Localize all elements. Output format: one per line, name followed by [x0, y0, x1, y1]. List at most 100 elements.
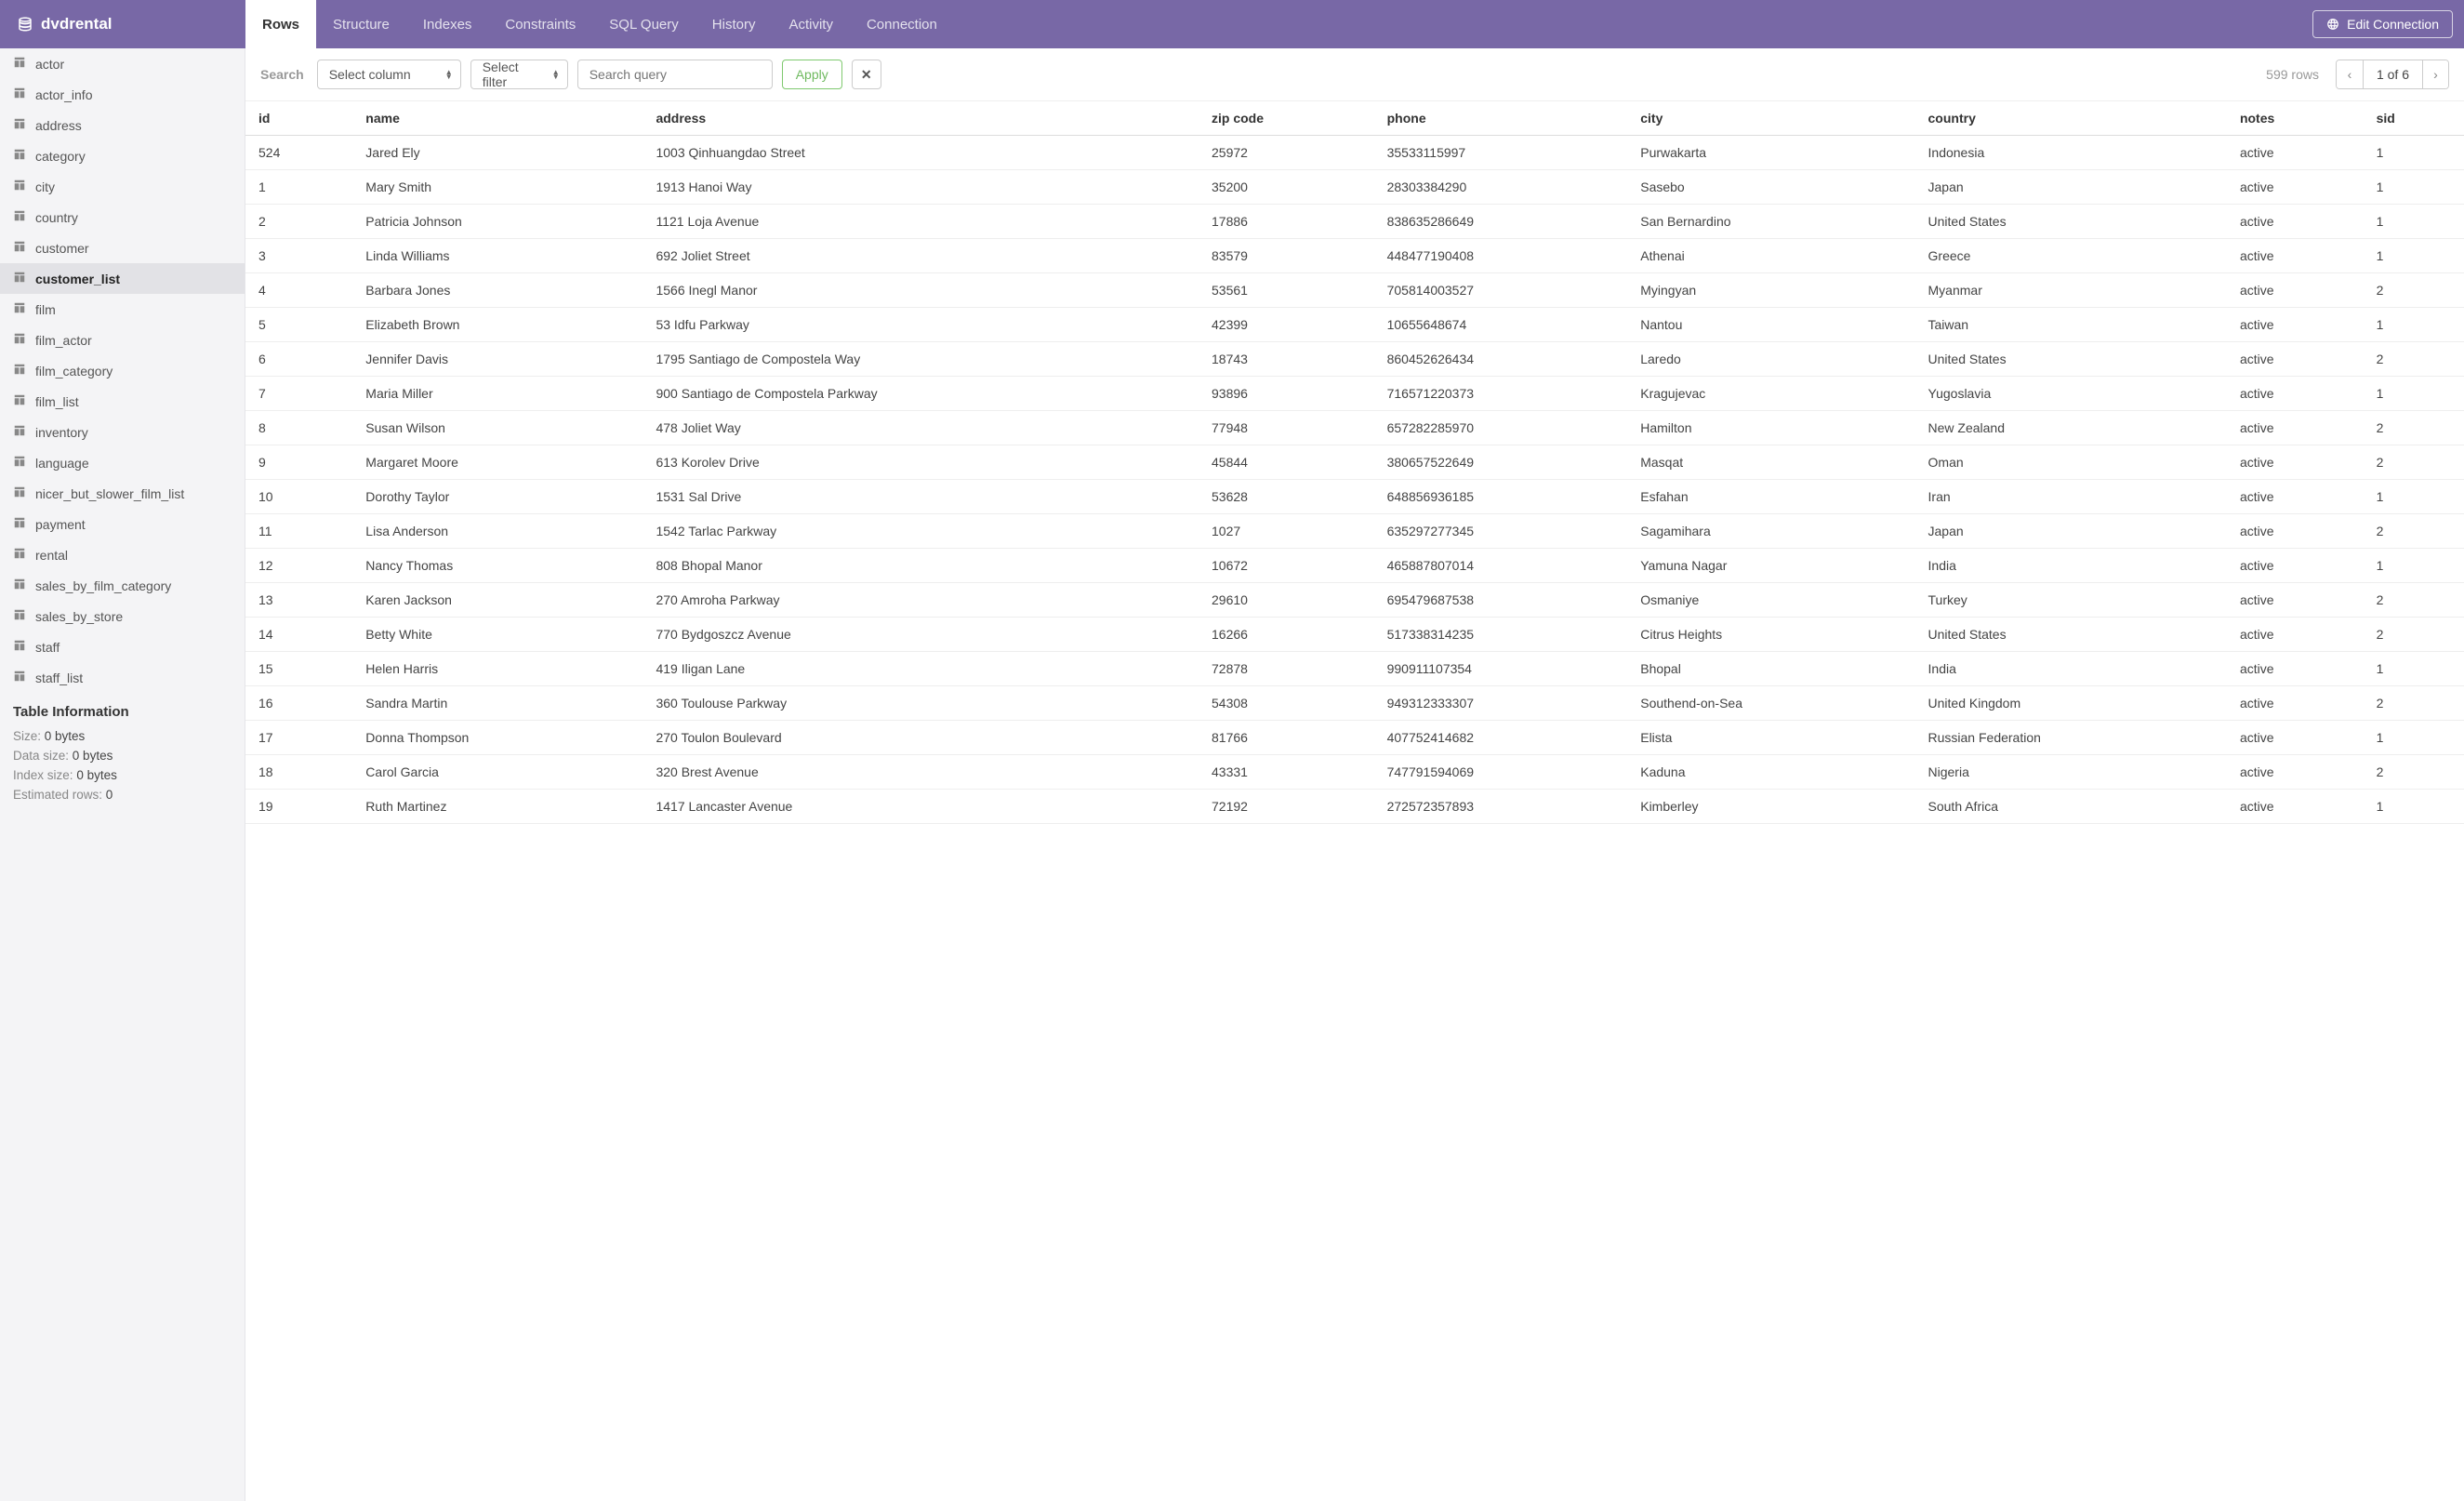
cell-zip: 16266 — [1199, 618, 1374, 652]
prev-page-button[interactable]: ‹ — [2337, 60, 2363, 88]
cell-zip: 45844 — [1199, 445, 1374, 480]
column-header-id[interactable]: id — [245, 101, 352, 136]
table-icon — [13, 117, 26, 133]
sidebar-item-nicer_but_slower_film_list[interactable]: nicer_but_slower_film_list — [0, 478, 245, 509]
sidebar-item-language[interactable]: language — [0, 447, 245, 478]
cell-zip: 10672 — [1199, 549, 1374, 583]
search-input[interactable] — [577, 60, 773, 89]
column-header-country[interactable]: country — [1915, 101, 2227, 136]
table-row[interactable]: 1Mary Smith1913 Hanoi Way352002830338429… — [245, 170, 2464, 205]
cell-city: Nantou — [1627, 308, 1914, 342]
cell-phone: 716571220373 — [1374, 377, 1628, 411]
sidebar-item-label: actor_info — [35, 87, 92, 102]
sidebar-item-staff[interactable]: staff — [0, 631, 245, 662]
sidebar-item-film_category[interactable]: film_category — [0, 355, 245, 386]
table-row[interactable]: 6Jennifer Davis1795 Santiago de Composte… — [245, 342, 2464, 377]
table-row[interactable]: 7Maria Miller900 Santiago de Compostela … — [245, 377, 2464, 411]
sidebar-item-inventory[interactable]: inventory — [0, 417, 245, 447]
sidebar-item-payment[interactable]: payment — [0, 509, 245, 539]
sidebar-item-country[interactable]: country — [0, 202, 245, 232]
cell-id: 5 — [245, 308, 352, 342]
tab-constraints[interactable]: Constraints — [488, 0, 592, 48]
select-filter[interactable]: Select filter ▲▼ — [470, 60, 568, 89]
table-row[interactable]: 3Linda Williams692 Joliet Street83579448… — [245, 239, 2464, 273]
sidebar-item-film[interactable]: film — [0, 294, 245, 325]
table-row[interactable]: 10Dorothy Taylor1531 Sal Drive5362864885… — [245, 480, 2464, 514]
cell-sid: 2 — [2364, 342, 2464, 377]
sidebar-item-sales_by_film_category[interactable]: sales_by_film_category — [0, 570, 245, 601]
sidebar-item-category[interactable]: category — [0, 140, 245, 171]
tab-indexes[interactable]: Indexes — [406, 0, 489, 48]
table-row[interactable]: 16Sandra Martin360 Toulouse Parkway54308… — [245, 686, 2464, 721]
table-icon — [13, 516, 26, 532]
table-row[interactable]: 18Carol Garcia320 Brest Avenue4333174779… — [245, 755, 2464, 790]
column-header-name[interactable]: name — [352, 101, 642, 136]
brand[interactable]: dvdrental — [0, 0, 245, 48]
cell-phone: 465887807014 — [1374, 549, 1628, 583]
tab-structure[interactable]: Structure — [316, 0, 406, 48]
cell-city: Masqat — [1627, 445, 1914, 480]
sidebar-item-city[interactable]: city — [0, 171, 245, 202]
cell-address: 1795 Santiago de Compostela Way — [642, 342, 1199, 377]
table-row[interactable]: 14Betty White770 Bydgoszcz Avenue1626651… — [245, 618, 2464, 652]
table-row[interactable]: 15Helen Harris419 Iligan Lane72878990911… — [245, 652, 2464, 686]
table-row[interactable]: 9Margaret Moore613 Korolev Drive45844380… — [245, 445, 2464, 480]
cell-country: Iran — [1915, 480, 2227, 514]
table-row[interactable]: 4Barbara Jones1566 Inegl Manor5356170581… — [245, 273, 2464, 308]
tab-connection[interactable]: Connection — [850, 0, 954, 48]
column-header-zip-code[interactable]: zip code — [1199, 101, 1374, 136]
cell-city: Citrus Heights — [1627, 618, 1914, 652]
table-row[interactable]: 12Nancy Thomas808 Bhopal Manor1067246588… — [245, 549, 2464, 583]
apply-button[interactable]: Apply — [782, 60, 842, 89]
main: Search Select column ▲▼ Select filter ▲▼… — [245, 48, 2464, 1501]
column-header-notes[interactable]: notes — [2227, 101, 2364, 136]
table-row[interactable]: 5Elizabeth Brown53 Idfu Parkway423991065… — [245, 308, 2464, 342]
info-data-size: Data size: 0 bytes — [13, 749, 232, 763]
table-row[interactable]: 17Donna Thompson270 Toulon Boulevard8176… — [245, 721, 2464, 755]
column-header-address[interactable]: address — [642, 101, 1199, 136]
sidebar-item-sales_by_store[interactable]: sales_by_store — [0, 601, 245, 631]
cell-notes: active — [2227, 480, 2364, 514]
sidebar-item-actor[interactable]: actor — [0, 48, 245, 79]
cell-phone: 695479687538 — [1374, 583, 1628, 618]
sidebar-item-film_actor[interactable]: film_actor — [0, 325, 245, 355]
cell-name: Patricia Johnson — [352, 205, 642, 239]
column-header-sid[interactable]: sid — [2364, 101, 2464, 136]
table-icon — [13, 393, 26, 409]
table-row[interactable]: 11Lisa Anderson1542 Tarlac Parkway102763… — [245, 514, 2464, 549]
sidebar-item-address[interactable]: address — [0, 110, 245, 140]
sidebar-item-customer_list[interactable]: customer_list — [0, 263, 245, 294]
tab-history[interactable]: History — [695, 0, 773, 48]
sidebar-item-film_list[interactable]: film_list — [0, 386, 245, 417]
select-column[interactable]: Select column ▲▼ — [317, 60, 461, 89]
cell-id: 16 — [245, 686, 352, 721]
tab-sql-query[interactable]: SQL Query — [592, 0, 695, 48]
cell-id: 14 — [245, 618, 352, 652]
edit-connection-button[interactable]: Edit Connection — [2312, 10, 2453, 38]
cell-id: 10 — [245, 480, 352, 514]
sidebar-item-label: category — [35, 149, 86, 164]
column-header-phone[interactable]: phone — [1374, 101, 1628, 136]
clear-button[interactable]: ✕ — [852, 60, 881, 89]
table-row[interactable]: 2Patricia Johnson1121 Loja Avenue1788683… — [245, 205, 2464, 239]
table-row[interactable]: 13Karen Jackson270 Amroha Parkway2961069… — [245, 583, 2464, 618]
sidebar-item-rental[interactable]: rental — [0, 539, 245, 570]
tab-rows[interactable]: Rows — [245, 0, 316, 48]
sidebar-item-customer[interactable]: customer — [0, 232, 245, 263]
sidebar-item-actor_info[interactable]: actor_info — [0, 79, 245, 110]
cell-name: Jared Ely — [352, 136, 642, 170]
cell-name: Lisa Anderson — [352, 514, 642, 549]
cell-city: Kimberley — [1627, 790, 1914, 824]
table-row[interactable]: 19Ruth Martinez1417 Lancaster Avenue7219… — [245, 790, 2464, 824]
column-header-city[interactable]: city — [1627, 101, 1914, 136]
table-row[interactable]: 524Jared Ely1003 Qinhuangdao Street25972… — [245, 136, 2464, 170]
table-info-heading: Table Information — [13, 704, 232, 720]
cell-city: Athenai — [1627, 239, 1914, 273]
cell-sid: 2 — [2364, 755, 2464, 790]
next-page-button[interactable]: › — [2422, 60, 2448, 88]
cell-id: 524 — [245, 136, 352, 170]
sidebar-item-staff_list[interactable]: staff_list — [0, 662, 245, 693]
cell-country: Turkey — [1915, 583, 2227, 618]
table-row[interactable]: 8Susan Wilson478 Joliet Way7794865728228… — [245, 411, 2464, 445]
tab-activity[interactable]: Activity — [772, 0, 850, 48]
